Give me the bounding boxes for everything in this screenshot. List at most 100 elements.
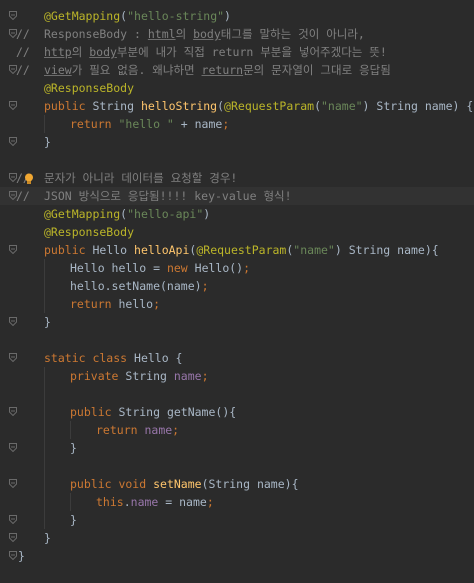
code-token: 의 — [71, 45, 90, 59]
code-line[interactable] — [0, 151, 474, 169]
fold-marker-icon[interactable] — [9, 533, 17, 542]
code-token: 문의 문자열이 그대로 응답됨 — [243, 63, 391, 77]
code-token: @ResponseBody — [44, 81, 135, 95]
fold-marker-icon[interactable] — [9, 551, 17, 560]
code-token: private — [70, 369, 126, 383]
code-token: body — [193, 27, 221, 41]
code-line[interactable]: //문자가 아니라 데이터를 요청할 경우! — [0, 169, 474, 187]
code-text: return "hello " + name; — [70, 115, 229, 133]
code-line[interactable]: // JSON 방식으로 응답됨!!!! key-value 형식! — [0, 187, 474, 205]
fold-marker-icon[interactable] — [9, 407, 17, 416]
indent-guide — [70, 493, 71, 511]
code-token: . — [123, 495, 131, 509]
fold-marker-icon[interactable] — [9, 137, 17, 146]
code-token: } — [44, 135, 51, 149]
code-line[interactable]: @GetMapping("hello-api") — [0, 205, 474, 223]
code-token: ( — [217, 99, 225, 113]
code-token: 문자가 아니라 데이터를 요청할 경우! — [44, 171, 238, 185]
code-token: return — [201, 63, 244, 77]
code-line[interactable]: @ResponseBody — [0, 223, 474, 241]
code-text: private String name; — [70, 367, 209, 385]
code-token: this — [96, 495, 124, 509]
code-text: static class Hello { — [44, 349, 182, 367]
code-text: @ResponseBody — [44, 79, 134, 97]
code-text: Hello hello = new Hello(); — [70, 259, 250, 277]
code-token: body — [89, 45, 117, 59]
code-line[interactable]: return hello; — [0, 295, 474, 313]
indent-guide — [70, 421, 71, 439]
code-line[interactable]: return "hello " + name; — [0, 115, 474, 133]
comment-marker: // — [16, 27, 30, 41]
code-line[interactable]: } — [0, 511, 474, 529]
code-line[interactable] — [0, 457, 474, 475]
code-token: return — [96, 423, 145, 437]
code-text: http의 body부분에 내가 직접 return 부분을 넣어주겠다는 뜻! — [44, 43, 387, 61]
fold-marker-icon[interactable] — [9, 515, 17, 524]
code-line[interactable]: // view가 필요 없음. 왜냐하면 return문의 문자열이 그대로 응답… — [0, 61, 474, 79]
code-line[interactable]: static class Hello { — [0, 349, 474, 367]
code-line[interactable]: public String getName(){ — [0, 403, 474, 421]
code-line[interactable] — [0, 331, 474, 349]
code-token: hello — [118, 297, 154, 311]
indent-guide — [44, 115, 45, 133]
code-token: } — [44, 531, 51, 545]
code-token: 가 필요 없음. 왜냐하면 — [71, 63, 202, 77]
code-text: ResponseBody : html의 body태그를 말하는 것이 아니라, — [44, 25, 365, 43]
code-line[interactable]: public Hello helloApi(@RequestParam("nam… — [0, 241, 474, 259]
code-line[interactable]: this.name = name; — [0, 493, 474, 511]
code-text: public Hello helloApi(@RequestParam("nam… — [44, 241, 439, 259]
code-text: @GetMapping("hello-string") — [44, 7, 231, 25]
code-token: "name" — [293, 243, 335, 257]
lightbulb-icon[interactable] — [24, 172, 34, 184]
code-line[interactable]: hello.setName(name); — [0, 277, 474, 295]
code-text: } — [70, 511, 77, 529]
code-token: 태그를 말하는 것이 아니라, — [220, 27, 365, 41]
code-line[interactable]: private String name; — [0, 367, 474, 385]
code-token: name — [144, 423, 173, 437]
fold-marker-icon[interactable] — [9, 11, 17, 20]
code-token: public — [70, 405, 119, 419]
code-editor[interactable]: @GetMapping("hello-string") // ResponseBod… — [0, 0, 474, 583]
code-token: 의 — [175, 27, 194, 41]
fold-marker-icon[interactable] — [9, 353, 17, 362]
code-token: getName — [166, 405, 216, 419]
code-token: ( — [314, 99, 321, 113]
code-line[interactable]: @ResponseBody — [0, 79, 474, 97]
code-line[interactable]: public void setName(String name){ — [0, 475, 474, 493]
code-token: = name — [158, 495, 207, 509]
code-token: @ResponseBody — [44, 225, 135, 239]
code-line[interactable]: } — [0, 529, 474, 547]
code-line[interactable]: // http의 body부분에 내가 직접 return 부분을 넣어주겠다는 … — [0, 43, 474, 61]
fold-marker-icon[interactable] — [9, 479, 17, 488]
code-token: new — [166, 261, 195, 275]
code-token: ) String name){ — [334, 243, 439, 257]
code-line[interactable]: @GetMapping("hello-string") — [0, 7, 474, 25]
code-token: "hello-string" — [127, 9, 225, 23]
code-token: 부분에 내가 직접 return 부분을 넣어주겠다는 뜻! — [116, 45, 387, 59]
code-line[interactable]: Hello hello = new Hello(); — [0, 259, 474, 277]
code-token: } — [70, 513, 77, 527]
code-line[interactable]: public String helloString(@RequestParam(… — [0, 97, 474, 115]
code-text: return name; — [96, 421, 179, 439]
code-token: } — [18, 549, 25, 563]
code-line[interactable]: } — [0, 547, 474, 565]
code-token: (){ — [215, 405, 237, 419]
fold-marker-icon[interactable] — [9, 317, 17, 326]
code-line[interactable]: return name; — [0, 421, 474, 439]
code-line[interactable]: } — [0, 133, 474, 151]
code-token: hello.setName(name) — [70, 279, 202, 293]
code-line[interactable]: } — [0, 439, 474, 457]
code-token: @RequestParam — [196, 243, 287, 257]
code-line[interactable]: // ResponseBody : html의 body태그를 말하는 것이 아니… — [0, 25, 474, 43]
code-line[interactable] — [0, 385, 474, 403]
fold-marker-icon[interactable] — [9, 245, 17, 254]
code-line[interactable]: } — [0, 313, 474, 331]
fold-marker-icon[interactable] — [9, 443, 17, 452]
code-text: 문자가 아니라 데이터를 요청할 경우! — [44, 169, 237, 187]
code-token: ; — [172, 423, 180, 437]
code-token: } — [44, 315, 51, 329]
code-token: Hello hello = — [70, 261, 167, 275]
code-token: String — [92, 99, 141, 113]
code-token: ResponseBody : — [44, 27, 148, 41]
fold-marker-icon[interactable] — [9, 101, 17, 110]
